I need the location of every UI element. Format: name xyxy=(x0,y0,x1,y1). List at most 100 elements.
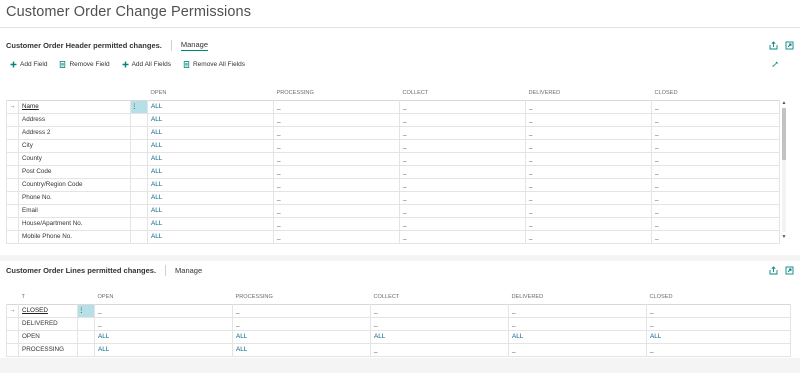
status-name-cell[interactable]: CLOSED xyxy=(18,303,78,318)
value-cell[interactable]: _ xyxy=(525,126,652,140)
value-cell[interactable]: _ xyxy=(399,165,526,179)
value-cell[interactable]: ALL xyxy=(370,330,509,344)
table-row[interactable]: PROCESSING ALL ALL _ _ _ xyxy=(6,343,791,357)
value-cell[interactable]: _ xyxy=(370,343,509,357)
value-cell[interactable]: _ xyxy=(399,152,526,166)
value-cell[interactable]: _ xyxy=(273,204,400,218)
field-name-cell[interactable]: Phone No. xyxy=(18,191,131,205)
field-name-cell[interactable]: House/Apartment No. xyxy=(18,217,131,231)
column-header-processing[interactable]: PROCESSING xyxy=(274,86,400,100)
add-field-button[interactable]: Add Field xyxy=(10,61,47,68)
scroll-down-icon[interactable]: ▼ xyxy=(781,234,787,240)
field-name-cell[interactable]: Address xyxy=(18,113,131,127)
value-cell[interactable]: _ xyxy=(399,230,526,244)
field-name-cell[interactable]: Mobile Phone No. xyxy=(18,230,131,244)
value-cell[interactable]: ALL xyxy=(94,343,233,357)
field-name-cell[interactable]: Address 2 xyxy=(18,126,131,140)
status-name-cell[interactable]: PROCESSING xyxy=(18,343,78,357)
value-cell[interactable]: ALL xyxy=(147,139,274,153)
table-row[interactable]: Country/Region Code ALL _ _ _ _ xyxy=(6,178,780,192)
column-header-open[interactable]: OPEN xyxy=(148,86,274,100)
value-cell[interactable]: _ xyxy=(273,113,400,127)
value-cell[interactable]: _ xyxy=(508,343,647,357)
value-cell[interactable]: _ xyxy=(273,99,400,114)
table-row[interactable]: County ALL _ _ _ _ xyxy=(6,152,780,166)
value-cell[interactable]: ALL xyxy=(646,330,791,344)
table-row[interactable]: Address 2 ALL _ _ _ _ xyxy=(6,126,780,140)
table-row[interactable]: Post Code ALL _ _ _ _ xyxy=(6,165,780,179)
add-all-fields-button[interactable]: Add All Fields xyxy=(122,61,171,68)
field-name-link[interactable]: Name xyxy=(22,103,39,110)
value-cell[interactable]: _ xyxy=(525,165,652,179)
value-cell[interactable]: ALL xyxy=(147,113,274,127)
value-cell[interactable]: _ xyxy=(273,126,400,140)
value-cell[interactable]: _ xyxy=(399,139,526,153)
column-header-open[interactable]: OPEN xyxy=(95,290,233,304)
remove-all-fields-button[interactable]: Remove All Fields xyxy=(183,61,245,68)
value-cell[interactable]: _ xyxy=(370,303,509,318)
lines-manage-button[interactable]: Manage xyxy=(175,266,202,275)
value-cell[interactable]: _ xyxy=(651,165,780,179)
value-cell[interactable]: _ xyxy=(651,139,780,153)
value-cell[interactable]: _ xyxy=(94,317,233,331)
table-row[interactable]: House/Apartment No. ALL _ _ _ _ xyxy=(6,217,780,231)
column-header-processing[interactable]: PROCESSING xyxy=(233,290,371,304)
value-cell[interactable]: _ xyxy=(399,113,526,127)
column-header-delivered[interactable]: DELIVERED xyxy=(509,290,647,304)
value-cell[interactable]: _ xyxy=(651,217,780,231)
value-cell[interactable]: ALL xyxy=(508,330,647,344)
table-row[interactable]: Phone No. ALL _ _ _ _ xyxy=(6,191,780,205)
value-cell[interactable]: _ xyxy=(273,152,400,166)
value-cell[interactable]: ALL xyxy=(147,191,274,205)
table-row[interactable]: → CLOSED ⋮ _ _ _ _ _ xyxy=(6,303,791,318)
value-cell[interactable]: _ xyxy=(525,191,652,205)
value-cell[interactable]: _ xyxy=(273,165,400,179)
table-row[interactable]: Mobile Phone No. ALL _ _ _ _ xyxy=(6,230,780,244)
value-cell[interactable]: _ xyxy=(525,204,652,218)
value-cell[interactable]: _ xyxy=(525,230,652,244)
value-cell[interactable]: _ xyxy=(651,99,780,114)
value-cell[interactable]: ALL xyxy=(147,126,274,140)
scroll-up-icon[interactable]: ▲ xyxy=(781,100,787,106)
header-grid-scrollbar[interactable]: ▲ ▼ xyxy=(780,100,787,240)
field-name-cell[interactable]: Country/Region Code xyxy=(18,178,131,192)
value-cell[interactable]: _ xyxy=(525,152,652,166)
status-name-link[interactable]: CLOSED xyxy=(22,307,48,314)
table-row[interactable]: DELIVERED _ _ _ _ _ xyxy=(6,317,791,331)
personalize-button[interactable] xyxy=(772,61,782,68)
value-cell[interactable]: _ xyxy=(399,99,526,114)
value-cell[interactable]: _ xyxy=(273,217,400,231)
value-cell[interactable]: _ xyxy=(273,178,400,192)
value-cell[interactable]: _ xyxy=(508,303,647,318)
value-cell[interactable]: ALL xyxy=(147,204,274,218)
value-cell[interactable]: _ xyxy=(651,230,780,244)
value-cell[interactable]: ALL xyxy=(94,330,233,344)
value-cell[interactable]: ALL xyxy=(232,343,371,357)
column-header-collect[interactable]: COLLECT xyxy=(371,290,509,304)
value-cell[interactable]: _ xyxy=(646,303,791,318)
remove-field-button[interactable]: Remove Field xyxy=(59,61,110,68)
expand-icon[interactable] xyxy=(785,41,794,50)
field-name-cell[interactable]: Name xyxy=(18,99,131,114)
value-cell[interactable]: _ xyxy=(399,191,526,205)
value-cell[interactable]: _ xyxy=(651,113,780,127)
field-name-cell[interactable]: City xyxy=(18,139,131,153)
value-cell[interactable]: _ xyxy=(525,178,652,192)
table-row[interactable]: → Name ⋮ ALL _ _ _ _ xyxy=(6,99,780,114)
status-name-cell[interactable]: DELIVERED xyxy=(18,317,78,331)
table-row[interactable]: OPEN ALL ALL ALL ALL ALL xyxy=(6,330,791,344)
value-cell[interactable]: ALL xyxy=(232,330,371,344)
value-cell[interactable]: _ xyxy=(651,191,780,205)
value-cell[interactable]: _ xyxy=(651,204,780,218)
value-cell[interactable]: ALL xyxy=(147,217,274,231)
column-header-type[interactable]: T xyxy=(19,290,78,304)
value-cell[interactable]: ALL xyxy=(147,230,274,244)
column-header-delivered[interactable]: DELIVERED xyxy=(526,86,652,100)
field-name-cell[interactable]: County xyxy=(18,152,131,166)
value-cell[interactable]: _ xyxy=(651,126,780,140)
share-icon[interactable] xyxy=(769,265,778,275)
column-header-collect[interactable]: COLLECT xyxy=(400,86,526,100)
value-cell[interactable]: _ xyxy=(273,139,400,153)
table-row[interactable]: Email ALL _ _ _ _ xyxy=(6,204,780,218)
header-manage-button[interactable]: Manage xyxy=(180,40,208,51)
